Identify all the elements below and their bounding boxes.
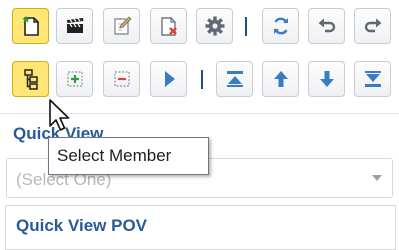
toolbar-separator [245, 17, 247, 36]
play-button[interactable] [150, 61, 187, 97]
edit-button[interactable] [103, 8, 140, 44]
select-member-icon [19, 67, 43, 91]
remove-member-icon [110, 67, 134, 91]
add-member-button[interactable] [56, 61, 93, 97]
quick-view-pov-panel: Quick View POV [5, 205, 396, 250]
new-button[interactable] [12, 8, 49, 44]
quick-view-pov-title: Quick View POV [16, 216, 148, 235]
redo-icon [361, 14, 385, 38]
delete-button[interactable] [150, 8, 187, 44]
clapperboard-icon [63, 14, 87, 38]
edit-document-icon [110, 14, 134, 38]
gear-icon [203, 14, 227, 38]
refresh-icon [269, 14, 293, 38]
delete-document-icon [157, 14, 181, 38]
move-to-bottom-button[interactable] [354, 61, 391, 97]
chevron-down-icon [372, 175, 382, 181]
tooltip: Select Member [48, 137, 209, 175]
play-icon [157, 67, 181, 91]
move-to-bottom-icon [361, 67, 385, 91]
toolbar-row-1 [0, 8, 399, 54]
move-up-icon [269, 67, 293, 91]
undo-icon [315, 14, 339, 38]
toolbar-separator [201, 70, 203, 89]
move-to-top-icon [223, 67, 247, 91]
refresh-button[interactable] [262, 8, 299, 44]
select-member-button[interactable] [12, 61, 49, 97]
undo-button[interactable] [308, 8, 345, 44]
mouse-cursor-icon [48, 98, 74, 136]
move-down-icon [315, 67, 339, 91]
clapperboard-button[interactable] [56, 8, 93, 44]
settings-button[interactable] [196, 8, 233, 44]
move-up-button[interactable] [262, 61, 299, 97]
new-document-icon [19, 14, 43, 38]
move-down-button[interactable] [308, 61, 345, 97]
redo-button[interactable] [354, 8, 391, 44]
add-member-icon [63, 67, 87, 91]
move-to-top-button[interactable] [216, 61, 253, 97]
remove-member-button[interactable] [103, 61, 140, 97]
